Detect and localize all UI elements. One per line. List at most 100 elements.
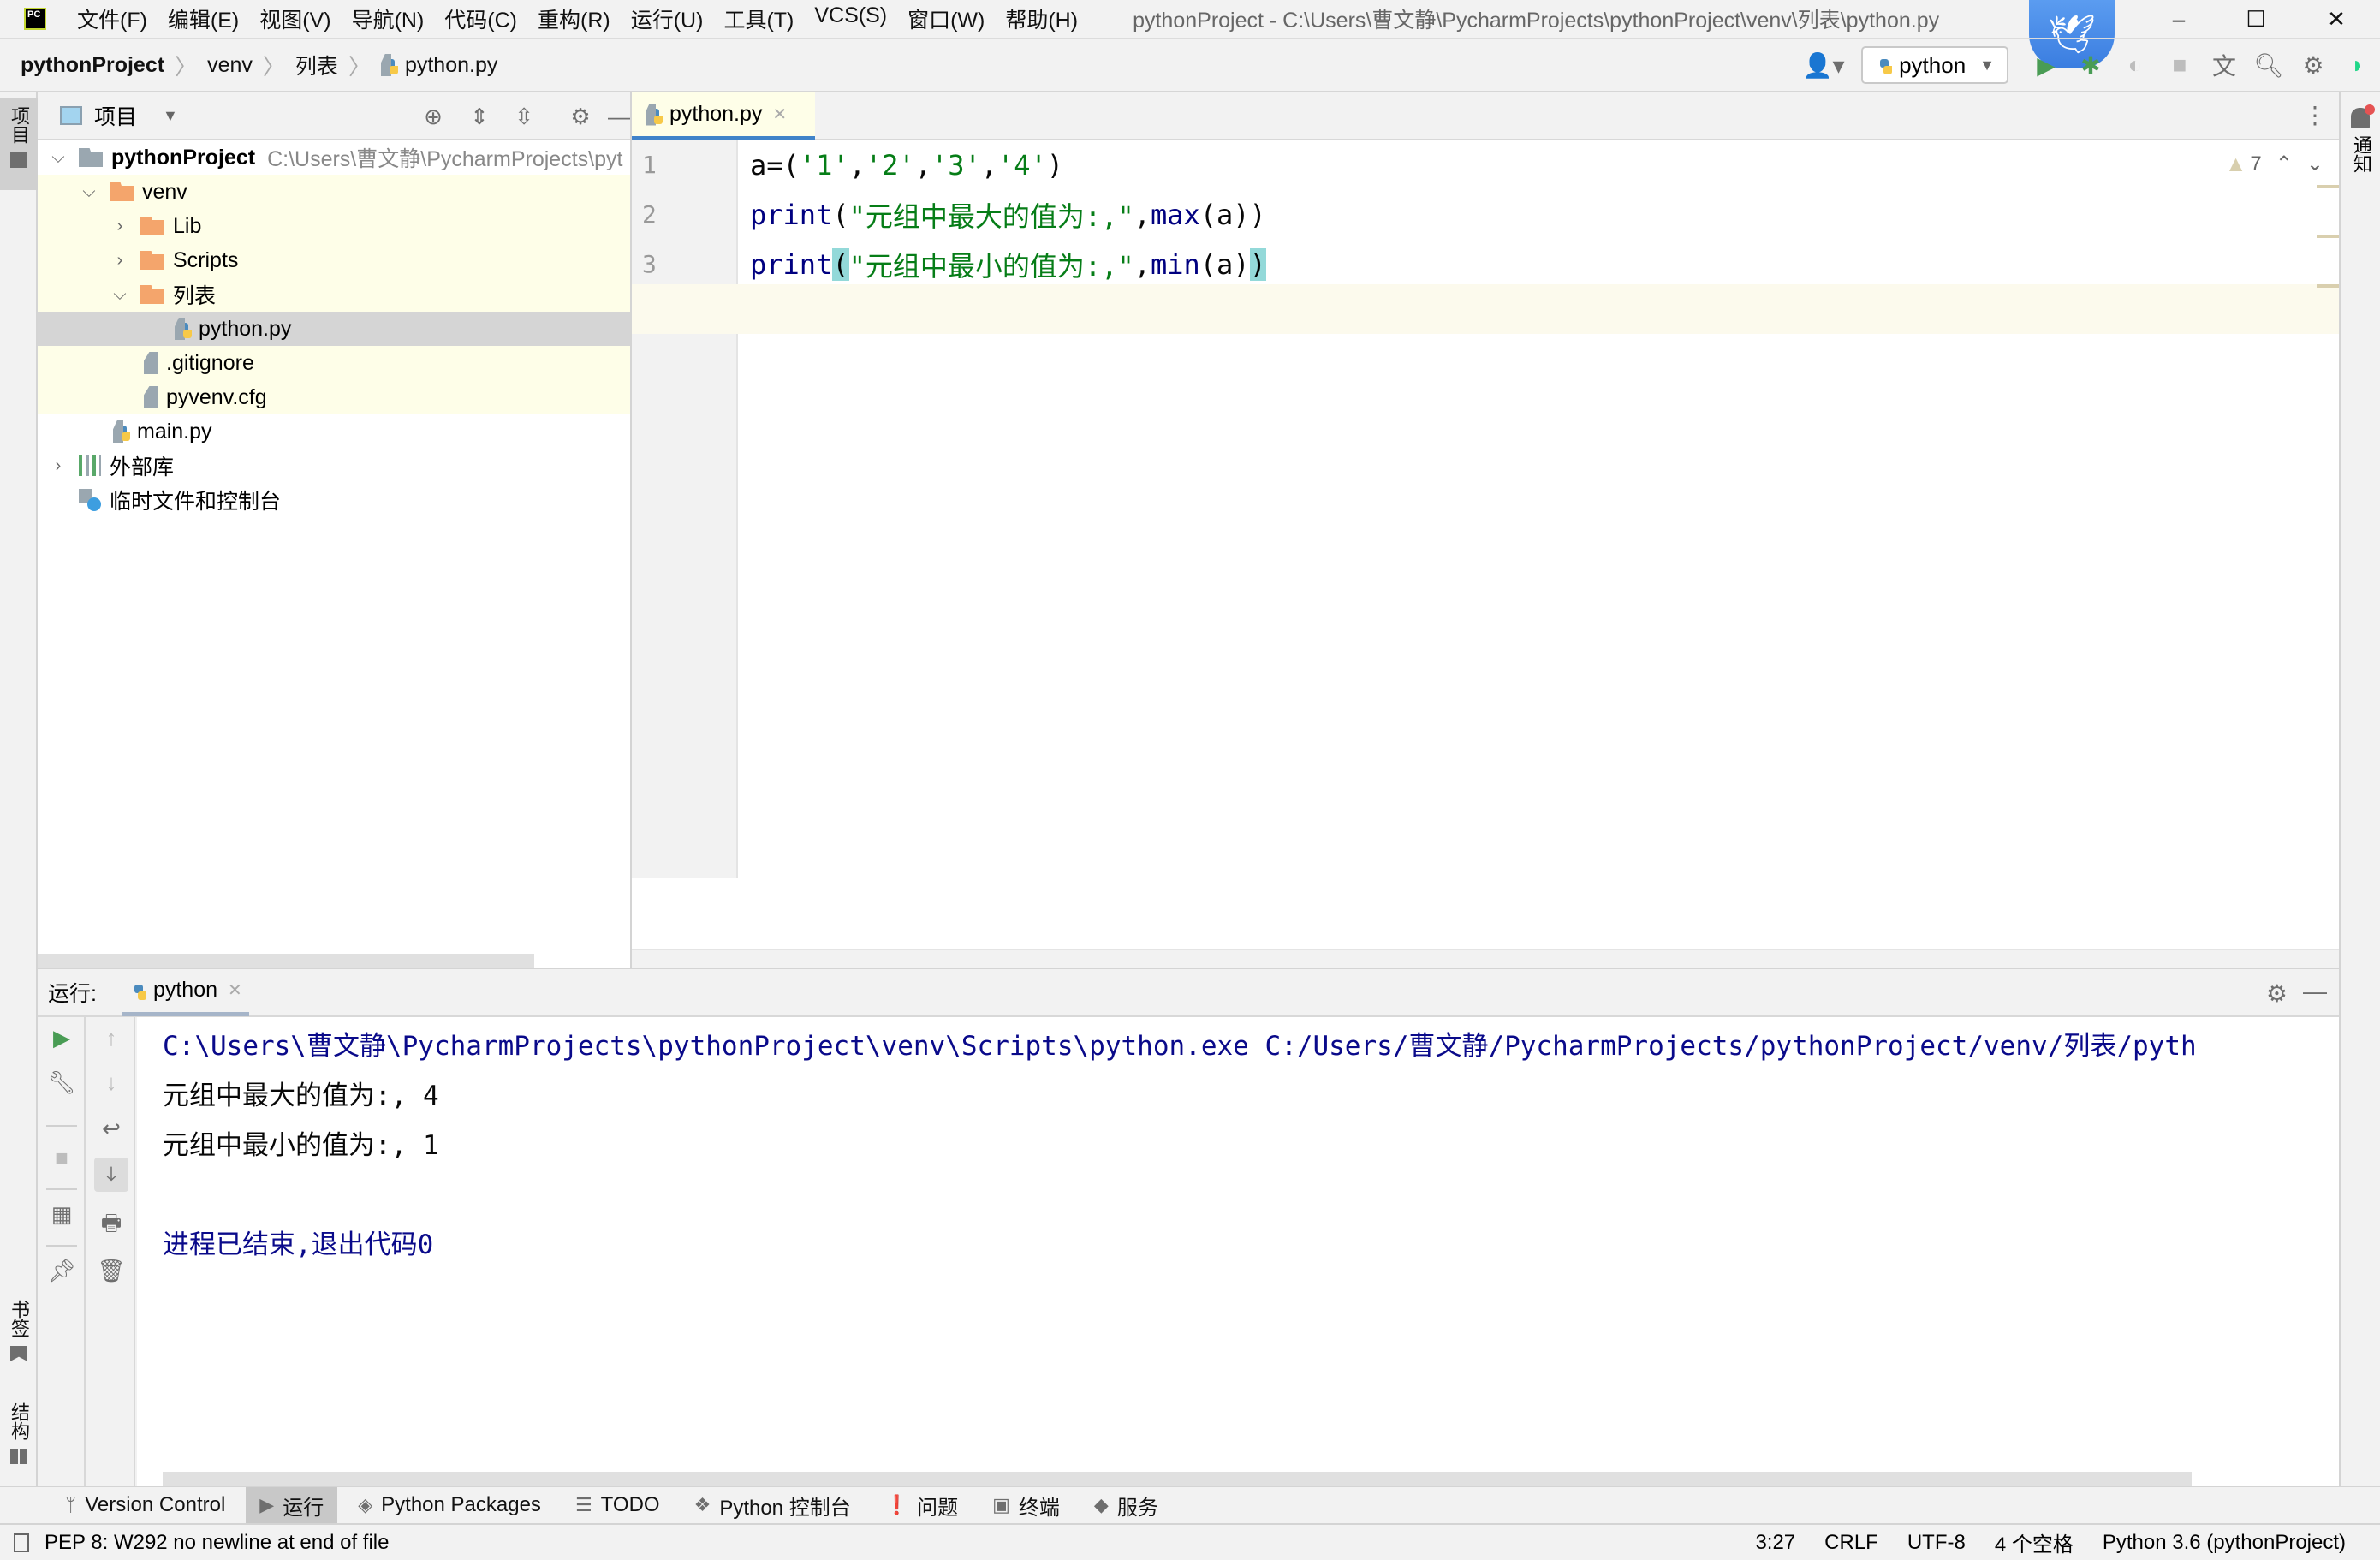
menu-edit[interactable]: 编辑(E)	[168, 3, 239, 34]
locate-file-icon[interactable]: ⊕	[416, 101, 450, 132]
stop-icon[interactable]: ■	[45, 1140, 79, 1175]
tree-item-project-root[interactable]: ⌵ pythonProject C:\Users\曹文静\PycharmProj…	[38, 140, 630, 175]
code-line[interactable]: a=('1', '2', '3', '4')	[750, 140, 1063, 190]
chevron-down-icon[interactable]: ⌵	[79, 182, 99, 202]
chevron-down-icon[interactable]: ▼	[163, 107, 178, 125]
indent-setting[interactable]: 4 个空格	[1995, 1527, 2074, 1557]
run-icon[interactable]: ▶	[2024, 43, 2068, 87]
trash-icon[interactable]: 🗑︎	[94, 1253, 128, 1288]
search-icon[interactable]: 🔍︎	[2246, 43, 2291, 87]
arrow-up-icon[interactable]: ↑	[94, 1021, 128, 1055]
hide-panel-icon[interactable]: —	[606, 101, 632, 132]
tree-item-gitignore[interactable]: .gitignore	[38, 346, 630, 380]
run-tab-python[interactable]: python ✕	[122, 968, 249, 1016]
file-encoding[interactable]: UTF-8	[1907, 1531, 1966, 1555]
project-horizontal-scrollbar[interactable]	[38, 954, 534, 968]
menu-view[interactable]: 视图(V)	[259, 3, 330, 34]
previous-highlight-icon[interactable]: ⌃	[2276, 152, 2293, 176]
menu-tools[interactable]: 工具(T)	[723, 3, 794, 34]
tree-item-python-py[interactable]: python.py	[38, 312, 630, 346]
inspection-widget[interactable]: ▲ 7 ⌃ ⌄	[2225, 151, 2323, 177]
code-line[interactable]: print("元组中最小的值为:,", min (a))	[750, 240, 1266, 289]
coverage-icon[interactable]: ◐	[2113, 43, 2157, 87]
breadcrumb-folder[interactable]: 列表	[295, 50, 338, 80]
tool-tab-run[interactable]: ▶ 运行	[246, 1487, 338, 1523]
settings-icon[interactable]: ⚙	[2291, 43, 2335, 87]
tree-item-main-py[interactable]: main.py	[38, 414, 630, 449]
python-interpreter[interactable]: Python 3.6 (pythonProject)	[2103, 1531, 2346, 1555]
chevron-down-icon[interactable]: ⌵	[110, 285, 130, 305]
menu-run[interactable]: 运行(U)	[631, 3, 704, 34]
tool-tab-python-console[interactable]: ❖ Python 控制台	[681, 1487, 865, 1523]
editor-horizontal-scrollbar[interactable]	[632, 949, 2339, 968]
tree-item-scratches[interactable]: 临时文件和控制台	[38, 483, 630, 517]
tree-item-pyvenv-cfg[interactable]: pyvenv.cfg	[38, 380, 630, 414]
arrow-down-icon[interactable]: ↓	[94, 1065, 128, 1099]
chevron-right-icon[interactable]: ›	[48, 456, 68, 476]
tool-tab-services[interactable]: ◆ 服务	[1080, 1487, 1172, 1523]
toggle-tool-windows-icon[interactable]	[14, 1533, 29, 1552]
breadcrumb-venv[interactable]: venv	[207, 53, 253, 78]
gear-icon[interactable]: ⚙	[2266, 979, 2288, 1008]
next-highlight-icon[interactable]: ⌄	[2306, 152, 2323, 176]
wrench-icon[interactable]: 🔧︎	[45, 1065, 79, 1099]
user-icon[interactable]: 👤▾	[1801, 43, 1846, 87]
menu-file[interactable]: 文件(F)	[77, 3, 147, 34]
tool-tab-todo[interactable]: ☰ TODO	[562, 1487, 674, 1523]
caret-position[interactable]: 3:27	[1755, 1531, 1795, 1555]
line-separator[interactable]: CRLF	[1824, 1531, 1878, 1555]
warning-stripe-mark[interactable]	[2317, 284, 2339, 288]
warning-stripe-mark[interactable]	[2317, 235, 2339, 238]
stop-icon[interactable]: ■	[2157, 43, 2202, 87]
menu-refactor[interactable]: 重构(R)	[538, 3, 610, 34]
stripe-tab-structure[interactable]: 结构	[0, 1394, 38, 1480]
layout-icon[interactable]: ▦	[45, 1197, 79, 1231]
print-icon[interactable]: 🖶	[94, 1209, 128, 1243]
editor-tab-python-py[interactable]: python.py ✕	[632, 92, 815, 140]
tool-tab-version-control[interactable]: ᛘ Version Control	[51, 1487, 239, 1523]
pin-icon[interactable]: 📌︎	[45, 1253, 79, 1288]
hide-panel-icon[interactable]: —	[2303, 978, 2327, 1005]
debug-icon[interactable]: ✱	[2068, 43, 2113, 87]
maximize-button[interactable]: ☐	[2217, 0, 2294, 38]
rerun-icon[interactable]: ▶	[45, 1021, 79, 1055]
tree-item-list-folder[interactable]: ⌵ 列表	[38, 277, 630, 312]
toolbox-icon[interactable]: ◗	[2335, 43, 2380, 87]
close-tab-icon[interactable]: ✕	[228, 979, 242, 1001]
warning-stripe-mark[interactable]	[2317, 185, 2339, 188]
run-configuration-select[interactable]: python ▼	[1861, 46, 2008, 84]
collapse-all-icon[interactable]: ⇳	[507, 101, 541, 132]
tool-tab-problems[interactable]: ❗ 问题	[872, 1487, 972, 1523]
soft-wrap-icon[interactable]: ↩	[94, 1111, 128, 1146]
chevron-right-icon[interactable]: ›	[110, 251, 130, 271]
tool-tab-terminal[interactable]: ▣ 终端	[979, 1487, 1074, 1523]
minimize-button[interactable]: –	[2140, 0, 2217, 38]
breadcrumb-project[interactable]: pythonProject	[21, 53, 164, 78]
menu-code[interactable]: 代码(C)	[444, 3, 517, 34]
scroll-to-end-icon[interactable]: ⤓	[94, 1158, 128, 1192]
tree-item-venv[interactable]: ⌵ venv	[38, 175, 630, 209]
chevron-down-icon[interactable]: ⌵	[48, 148, 68, 168]
menu-window[interactable]: 窗口(W)	[907, 3, 985, 34]
close-window-button[interactable]: ✕	[2298, 0, 2375, 38]
gear-icon[interactable]: ⚙	[563, 101, 598, 132]
breadcrumb-file[interactable]: python.py	[405, 53, 497, 78]
menu-navigate[interactable]: 导航(N)	[352, 3, 425, 34]
menu-help[interactable]: 帮助(H)	[1005, 3, 1078, 34]
status-message[interactable]: PEP 8: W292 no newline at end of file	[14, 1531, 389, 1555]
stripe-tab-project[interactable]: 项目	[0, 98, 38, 190]
tree-item-lib[interactable]: › Lib	[38, 209, 630, 243]
console-output[interactable]: C:\Users\曹文静\PycharmProjects\pythonProje…	[137, 1017, 2339, 1487]
tree-item-scripts[interactable]: › Scripts	[38, 243, 630, 277]
close-tab-icon[interactable]: ✕	[772, 104, 787, 125]
tool-tab-python-packages[interactable]: ◈ Python Packages	[344, 1487, 555, 1523]
translate-icon[interactable]: 文	[2202, 43, 2246, 87]
code-line[interactable]: print("元组中最大的值为:,", max (a))	[750, 190, 1266, 240]
more-options-icon[interactable]: ⋮	[2303, 101, 2327, 129]
stripe-tab-notifications[interactable]: 通知	[2347, 135, 2375, 173]
expand-all-icon[interactable]: ⇕	[462, 101, 497, 132]
stripe-tab-bookmarks[interactable]: 书签	[0, 1291, 38, 1377]
project-panel-title[interactable]: 项目	[94, 100, 137, 131]
tree-item-external-libraries[interactable]: › 外部库	[38, 449, 630, 483]
chevron-right-icon[interactable]: ›	[110, 217, 130, 236]
